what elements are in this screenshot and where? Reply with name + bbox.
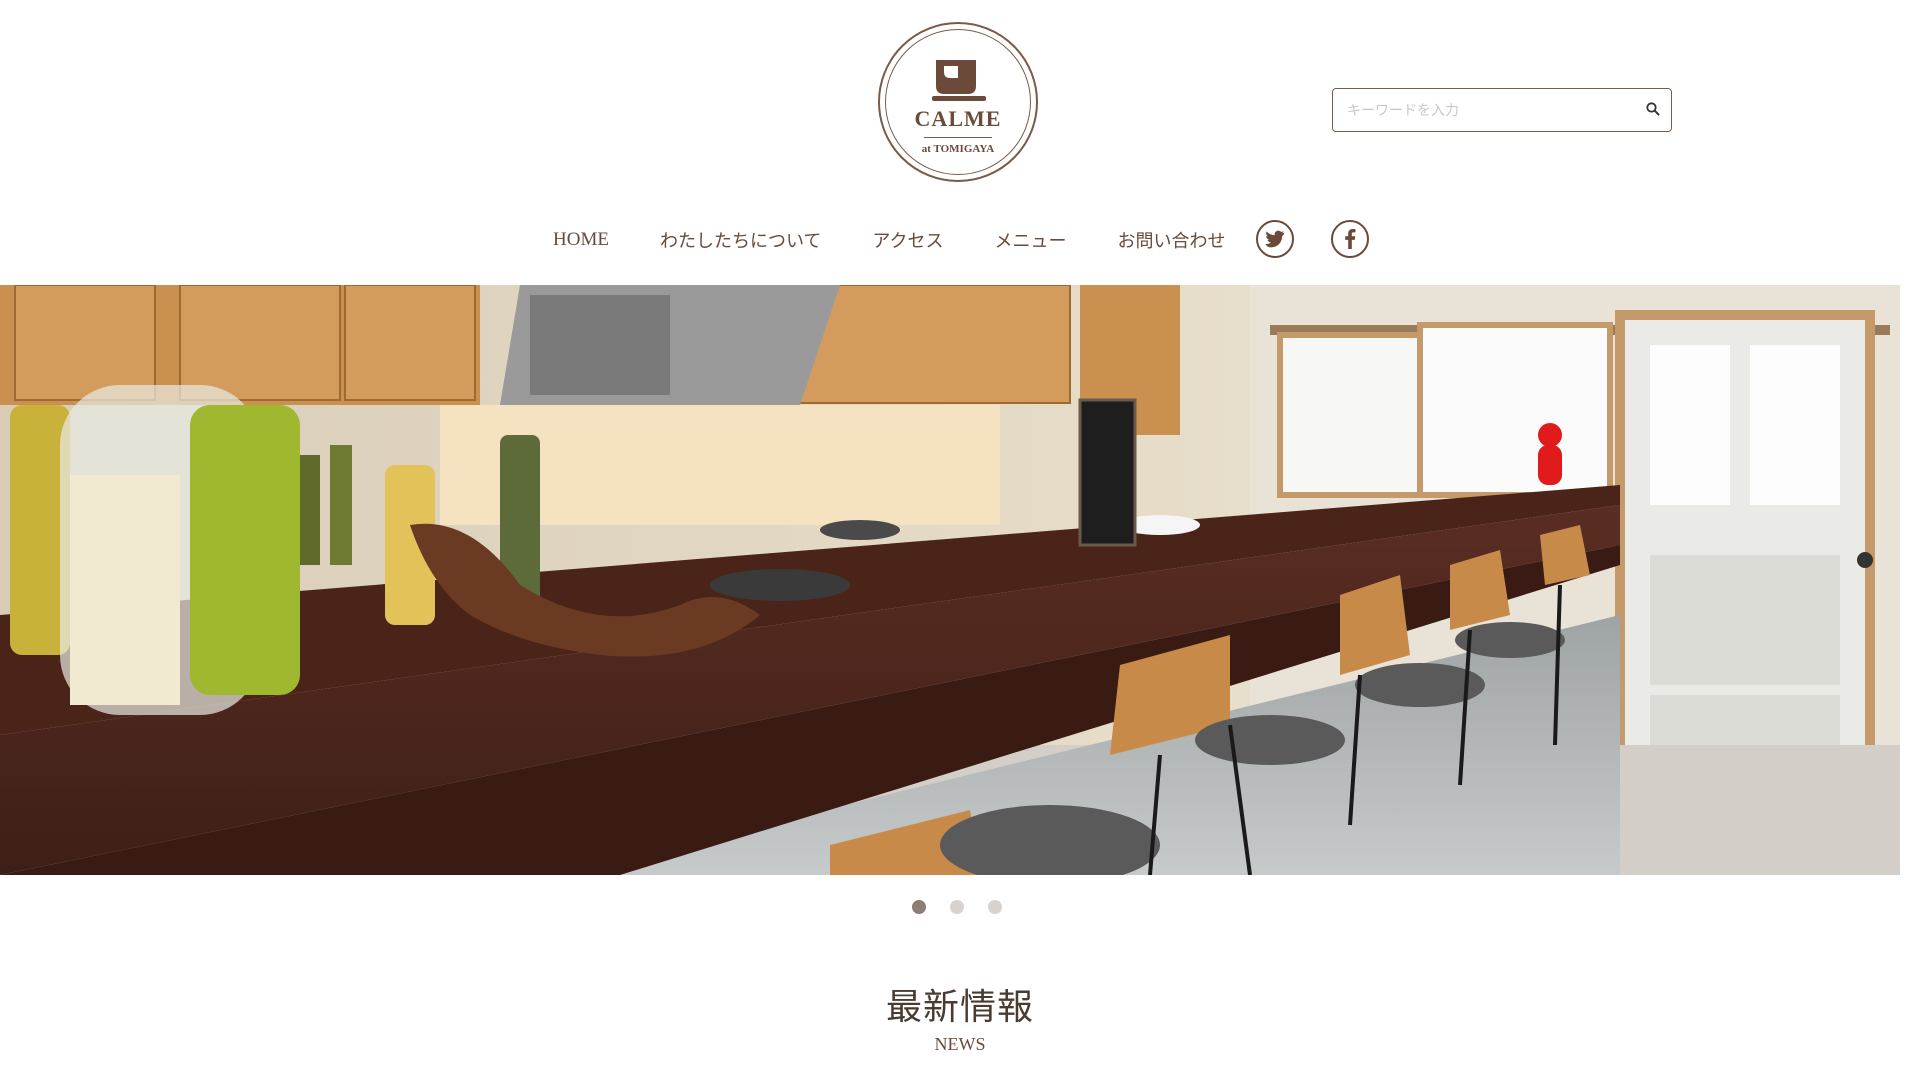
carousel-dot-1[interactable]: [912, 900, 926, 914]
carousel-dots: [912, 900, 1026, 914]
nav-access[interactable]: アクセス: [872, 227, 943, 253]
facebook-icon: [1345, 229, 1356, 249]
search-box: [1332, 88, 1672, 132]
main-nav: HOME わたしたちについて アクセス メニュー お問い合わせ: [553, 220, 1277, 260]
news-subtitle: NEWS: [934, 1034, 986, 1054]
facebook-button[interactable]: [1331, 220, 1369, 258]
logo-subtitle: at TOMIGAYA: [921, 143, 995, 155]
carousel-dot-2[interactable]: [950, 900, 964, 914]
logo-title: CALME: [914, 106, 1002, 131]
nav-contact[interactable]: お問い合わせ: [1118, 227, 1226, 253]
hero-carousel-image[interactable]: [0, 285, 1900, 875]
news-title: 最新情報: [885, 987, 1034, 1027]
twitter-icon: [1265, 230, 1285, 248]
nav-home[interactable]: HOME: [553, 229, 609, 251]
nav-menu[interactable]: メニュー: [995, 227, 1067, 253]
site-logo[interactable]: CALME at TOMIGAYA: [878, 22, 1038, 182]
carousel-dot-3[interactable]: [988, 900, 1002, 914]
coffee-cup-icon: [932, 60, 986, 101]
nav-about[interactable]: わたしたちについて: [660, 227, 821, 253]
cafe-counter-photo: [0, 285, 1900, 875]
logo-divider: [924, 137, 992, 138]
twitter-button[interactable]: [1256, 220, 1294, 258]
search-input[interactable]: [1345, 89, 1639, 132]
search-icon[interactable]: [1645, 101, 1661, 117]
